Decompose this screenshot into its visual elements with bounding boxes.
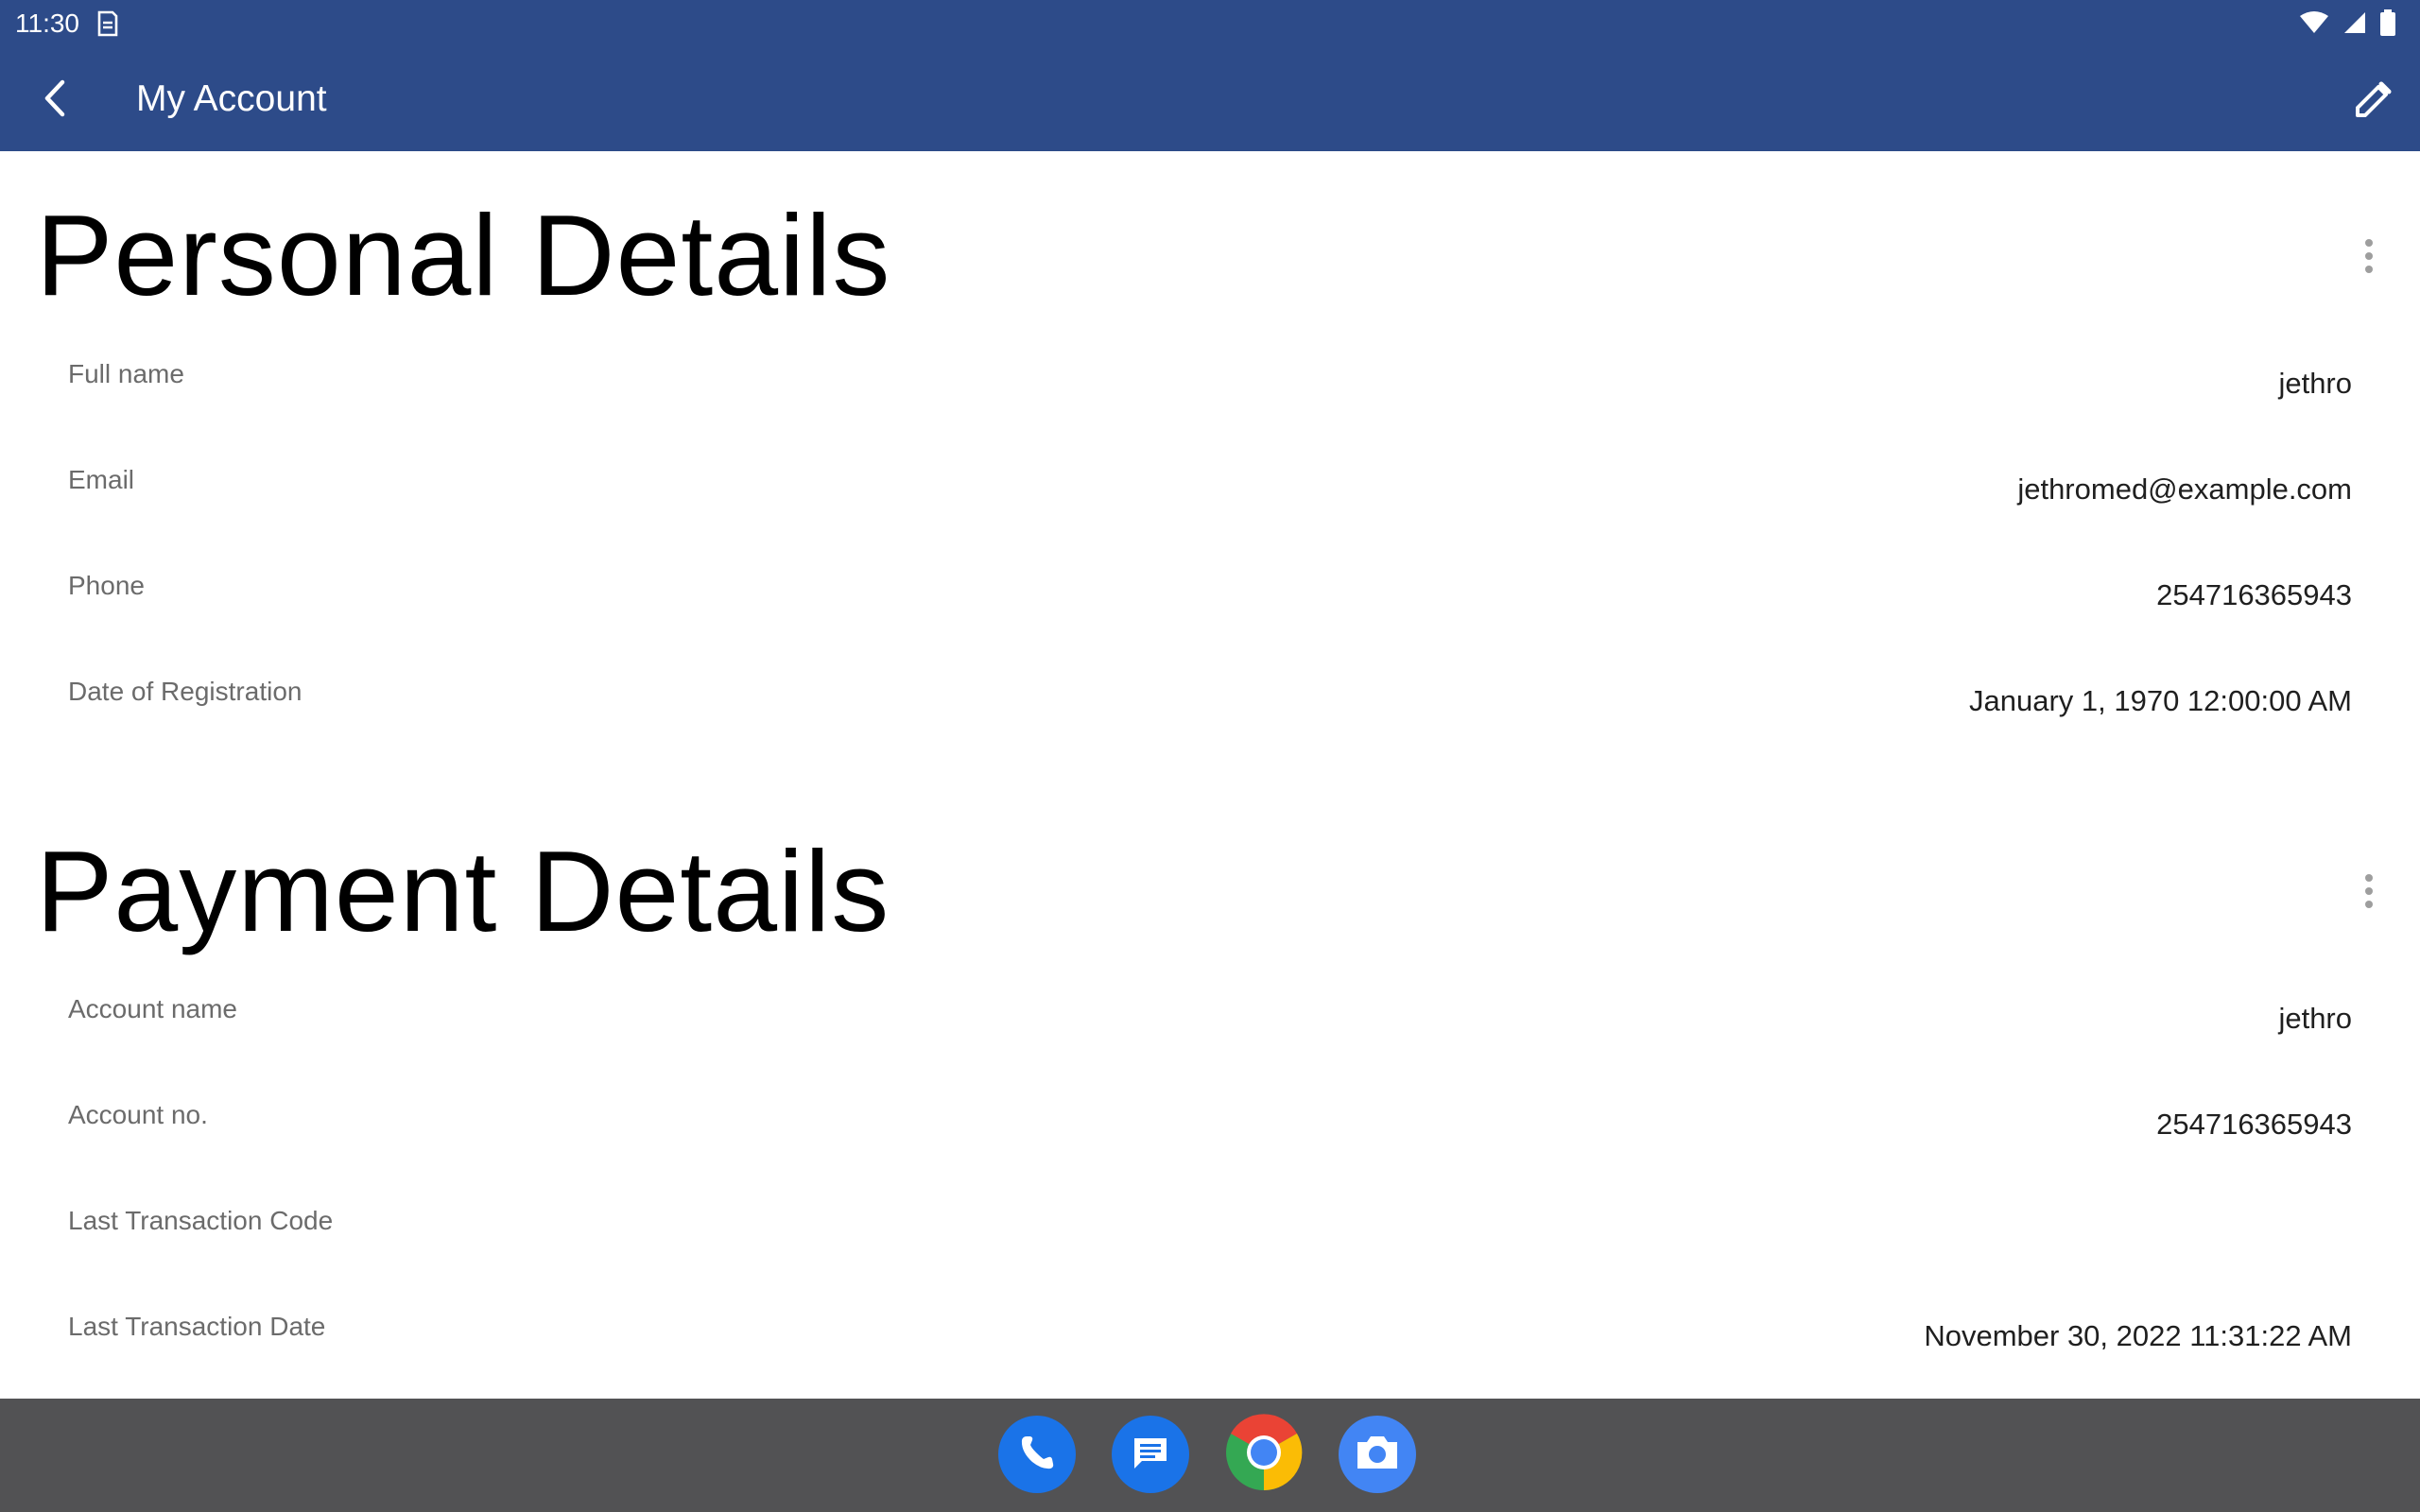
- detail-label: Date of Registration: [68, 677, 302, 706]
- detail-label: Phone: [68, 571, 145, 600]
- detail-row-account-number: Account no. 254716365943: [0, 1098, 2420, 1204]
- personal-details-heading: Personal Details: [36, 191, 891, 319]
- battery-icon: [2380, 9, 2395, 41]
- chevron-left-icon: [42, 79, 68, 122]
- detail-row-last-transaction-code: Last Transaction Code: [0, 1204, 2420, 1310]
- detail-label: Account name: [68, 994, 237, 1023]
- sim-icon: [95, 9, 119, 43]
- camera-app-button[interactable]: [1339, 1416, 1416, 1493]
- detail-value: jethromed@example.com: [2017, 472, 2352, 506]
- messages-app-button[interactable]: [1112, 1416, 1189, 1493]
- app-bar: My Account: [0, 47, 2420, 151]
- detail-label: Email: [68, 465, 135, 494]
- pencil-icon: [2353, 80, 2393, 125]
- camera-icon: [1354, 1431, 1401, 1479]
- detail-row-email: Email jethromed@example.com: [0, 463, 2420, 569]
- detail-label: Full name: [68, 359, 184, 388]
- detail-value: 254716365943: [2156, 578, 2352, 611]
- status-time: 11:30: [15, 9, 79, 38]
- wifi-icon: [2299, 10, 2329, 40]
- personal-details-more-button[interactable]: [2344, 228, 2394, 284]
- back-button[interactable]: [28, 74, 81, 127]
- detail-label: Last Transaction Date: [68, 1312, 326, 1341]
- detail-row-registration-date: Date of Registration January 1, 1970 12:…: [0, 675, 2420, 781]
- detail-row-account-name: Account name jethro: [0, 992, 2420, 1098]
- detail-label: Account no.: [68, 1100, 208, 1129]
- status-icons: [2299, 9, 2395, 41]
- app-dock: [998, 1413, 1416, 1496]
- detail-value: jethro: [2278, 367, 2352, 400]
- more-vert-icon: [2365, 239, 2373, 247]
- detail-label: Last Transaction Code: [68, 1206, 334, 1235]
- chrome-app-button[interactable]: [1225, 1413, 1303, 1496]
- detail-value: November 30, 2022 11:31:22 AM: [1924, 1319, 2352, 1352]
- messages-icon: [1129, 1431, 1172, 1479]
- detail-value: jethro: [2278, 1002, 2352, 1035]
- detail-value: January 1, 1970 12:00:00 AM: [1968, 684, 2352, 717]
- detail-row-phone: Phone 254716365943: [0, 569, 2420, 675]
- signal-icon: [2342, 10, 2367, 40]
- page-title: My Account: [136, 78, 327, 119]
- phone-icon: [1015, 1431, 1059, 1479]
- phone-app-button[interactable]: [998, 1416, 1076, 1493]
- chrome-icon: [1225, 1413, 1303, 1496]
- payment-details-heading: Payment Details: [36, 827, 890, 955]
- taskbar: [0, 1399, 2420, 1512]
- status-bar: 11:30: [0, 0, 2420, 47]
- detail-row-full-name: Full name jethro: [0, 357, 2420, 463]
- detail-value: 254716365943: [2156, 1108, 2352, 1141]
- edit-button[interactable]: [2342, 72, 2403, 132]
- payment-details-more-button[interactable]: [2344, 863, 2394, 919]
- more-vert-icon: [2365, 874, 2373, 882]
